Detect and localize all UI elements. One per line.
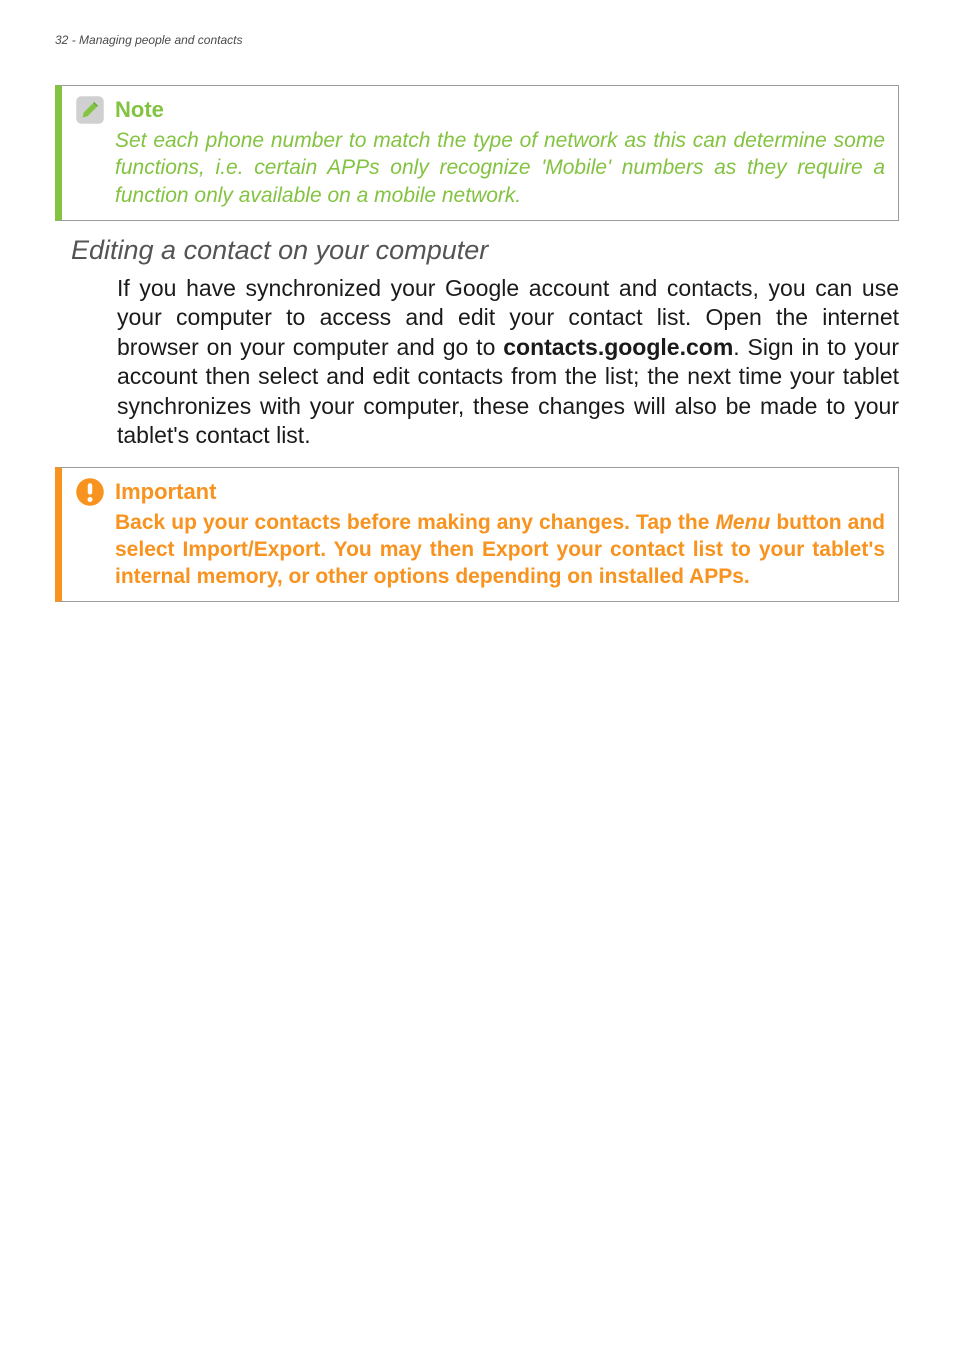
important-body: Back up your contacts before making any … bbox=[115, 509, 885, 591]
note-body: Set each phone number to match the type … bbox=[115, 127, 885, 209]
menu-emphasis: Menu bbox=[715, 511, 770, 534]
important-head: Important bbox=[75, 477, 885, 507]
pencil-icon bbox=[75, 95, 105, 125]
page-number: 32 bbox=[55, 33, 68, 47]
note-callout: Note Set each phone number to match the … bbox=[55, 85, 899, 221]
section-subtitle: Editing a contact on your computer bbox=[71, 235, 899, 266]
body-paragraph: If you have synchronized your Google acc… bbox=[117, 274, 899, 451]
contacts-link: contacts.google.com bbox=[503, 334, 733, 360]
important-callout: Important Back up your contacts before m… bbox=[55, 467, 899, 603]
section-name: Managing people and contacts bbox=[79, 33, 242, 47]
exclamation-icon bbox=[75, 477, 105, 507]
important-title: Important bbox=[115, 479, 216, 505]
document-page: 32 - Managing people and contacts Note S… bbox=[0, 0, 954, 1352]
note-head: Note bbox=[75, 95, 885, 125]
page-header: 32 - Managing people and contacts bbox=[55, 33, 899, 47]
important-body-pre: Back up your contacts before making any … bbox=[115, 511, 715, 534]
note-title: Note bbox=[115, 97, 164, 123]
